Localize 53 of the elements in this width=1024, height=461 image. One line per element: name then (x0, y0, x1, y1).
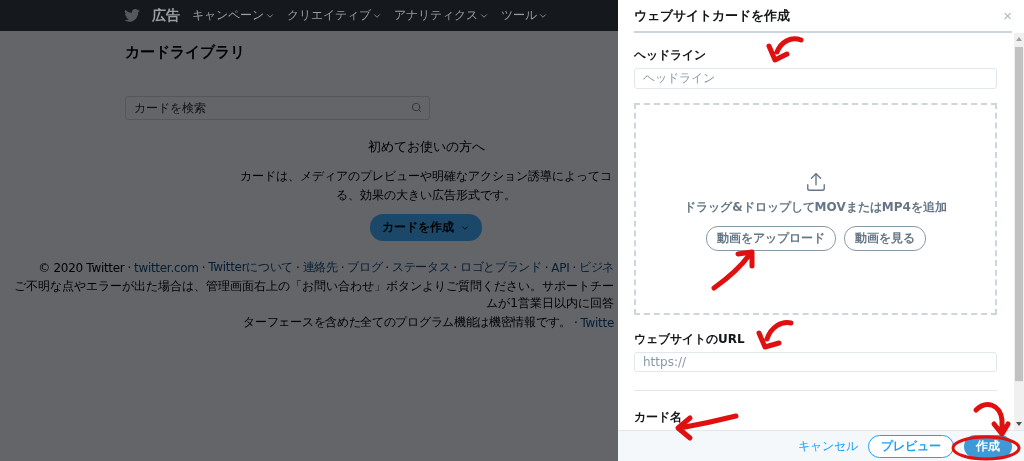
footer-link[interactable]: twitter.com (134, 260, 199, 275)
empty-heading: 初めてお使いの方へ (367, 138, 485, 156)
create-card-button[interactable]: カードを作成 (370, 214, 482, 241)
video-button[interactable]: 動画を見る (843, 225, 926, 251)
separator: · (340, 260, 345, 275)
separator: · (296, 260, 300, 275)
footer-link[interactable]: ロゴとブランド (459, 259, 542, 276)
footer-link[interactable]: Twitterについて (208, 259, 294, 276)
field-label: ヘッドライン (634, 47, 706, 64)
scrollbar[interactable] (1014, 33, 1024, 430)
separator: · (453, 260, 457, 275)
cancel-link[interactable]: キャンセル (798, 434, 858, 458)
empty-description: カードは、メディアのプレビューや明確なアクション誘導によってコ (240, 168, 612, 185)
annotation-arrow (753, 319, 795, 351)
brand-label[interactable]: 広告 (152, 6, 180, 25)
bird-logo-icon (124, 9, 140, 22)
url-field[interactable]: https:// (634, 351, 997, 373)
nav-menu[interactable]: クリエイティブ (287, 7, 382, 24)
separator: · (385, 260, 389, 275)
upload-icon (804, 170, 827, 193)
headline-field[interactable]: ヘッドライン (634, 68, 997, 89)
footer-link[interactable]: 連絡先 (302, 259, 338, 276)
footer-link[interactable]: Twitte (580, 315, 614, 330)
copyright: © 2020 Twitter (38, 260, 125, 275)
footer-link[interactable]: ブログ (347, 259, 383, 276)
search-field[interactable]: カードを検索 (125, 96, 430, 120)
separator: · (574, 315, 578, 330)
separator: · (544, 260, 549, 275)
empty-description: る、効果の大きい広告形式です。 (336, 187, 516, 204)
field-label: カード名 (634, 409, 682, 426)
video-button[interactable]: 動画をアップロード (705, 225, 836, 251)
preview-button[interactable]: プレビュー (868, 434, 954, 458)
annotation-circle (950, 435, 1022, 461)
annotation-arrow (710, 248, 758, 292)
field-label: ウェブサイトのURL (634, 330, 745, 348)
separator: · (127, 260, 131, 275)
footer-link[interactable]: ビジネ (578, 259, 614, 276)
nav-menu[interactable]: ツール (501, 7, 548, 24)
separator: · (572, 260, 576, 275)
footer-link[interactable]: ステータス (391, 259, 451, 276)
search-icon (411, 102, 422, 113)
close-button[interactable]: × (1003, 7, 1012, 24)
dropzone-text: ドラッグ&ドロップしてMOVまたはMP4を追加 (684, 198, 947, 216)
page-title: カードライブラリ (125, 43, 246, 62)
footer-notice: ターフェースを含めた全てのプログラム機能は機密情報です。 (243, 314, 571, 331)
annotation-arrow (763, 36, 803, 64)
video-dropzone[interactable]: ドラッグ&ドロップしてMOVまたはMP4を追加 動画をアップロード 動画を見る (634, 102, 997, 315)
footer-link[interactable]: API (551, 260, 570, 275)
separator: · (201, 260, 206, 275)
nav-menu[interactable]: キャンペーン (192, 7, 275, 24)
footer-notice: ご不明な点やエラーが出た場合は、管理画面右上の「お問い合わせ」ボタンよりご質問ください。サポートチームが1営業日以内に回答 (13, 278, 614, 312)
nav-menu[interactable]: アナリティクス (394, 7, 489, 24)
drawer-title: ウェブサイトカードを作成 (634, 6, 790, 25)
